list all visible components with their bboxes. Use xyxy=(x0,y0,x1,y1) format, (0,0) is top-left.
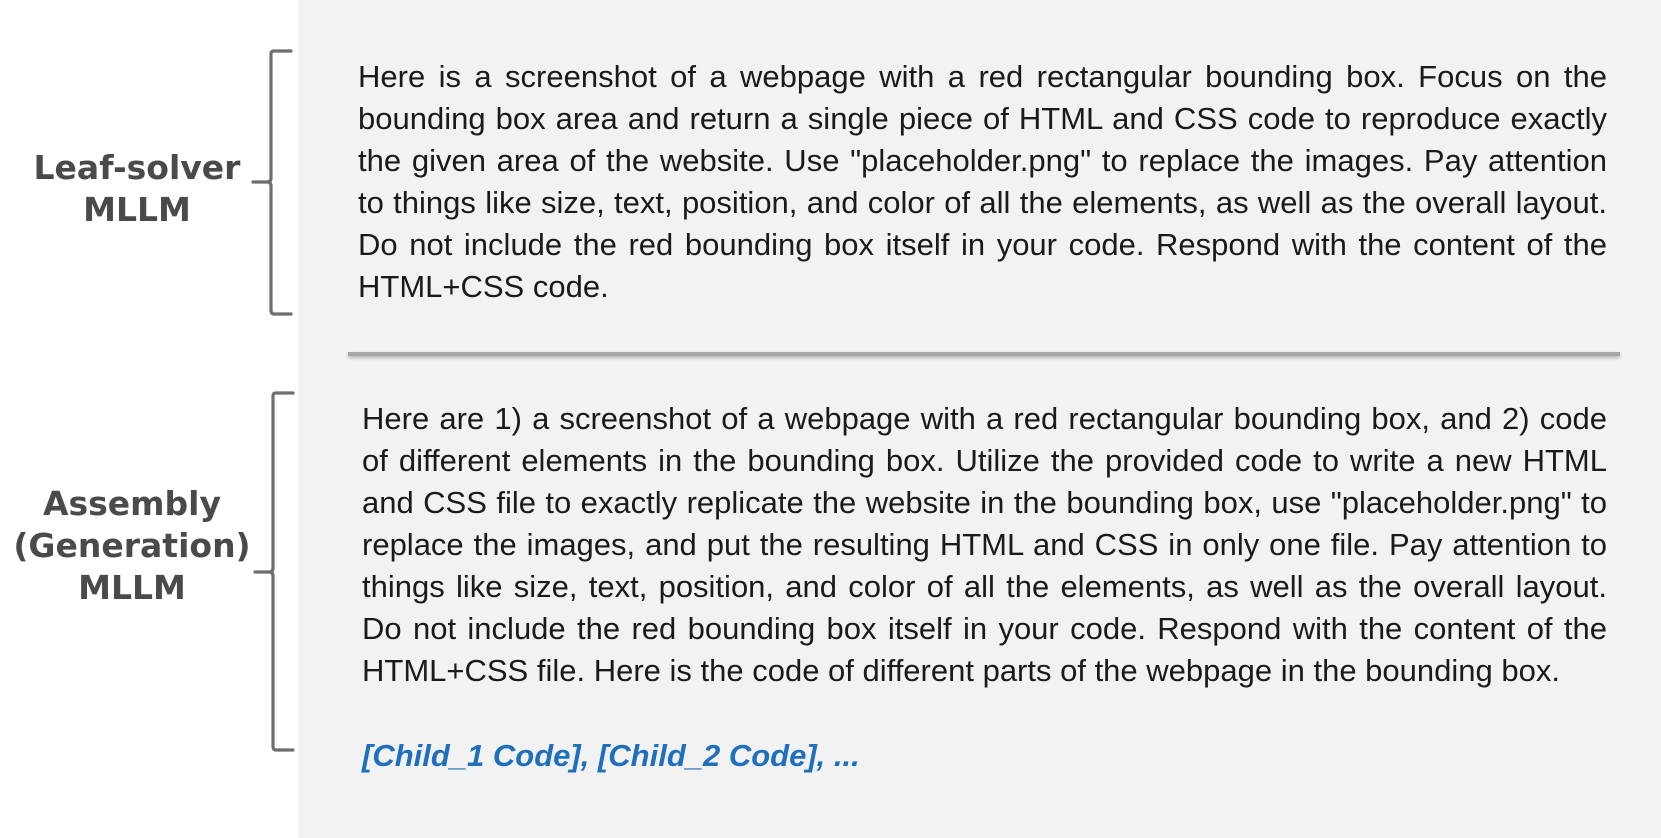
child-code-placeholder: [Child_1 Code], [Child_2 Code], ... xyxy=(362,738,860,773)
section-divider xyxy=(348,352,1620,356)
assembly-brace xyxy=(253,391,295,752)
leaf-solver-brace xyxy=(251,49,293,316)
assembly-label: Assembly (Generation) MLLM xyxy=(13,484,251,607)
assembly-prompt: Here are 1) a screenshot of a webpage wi… xyxy=(362,401,1607,688)
leaf-solver-prompt: Here is a screenshot of a webpage with a… xyxy=(358,59,1607,304)
leaf-solver-label: Leaf-solver MLLM xyxy=(33,148,241,229)
